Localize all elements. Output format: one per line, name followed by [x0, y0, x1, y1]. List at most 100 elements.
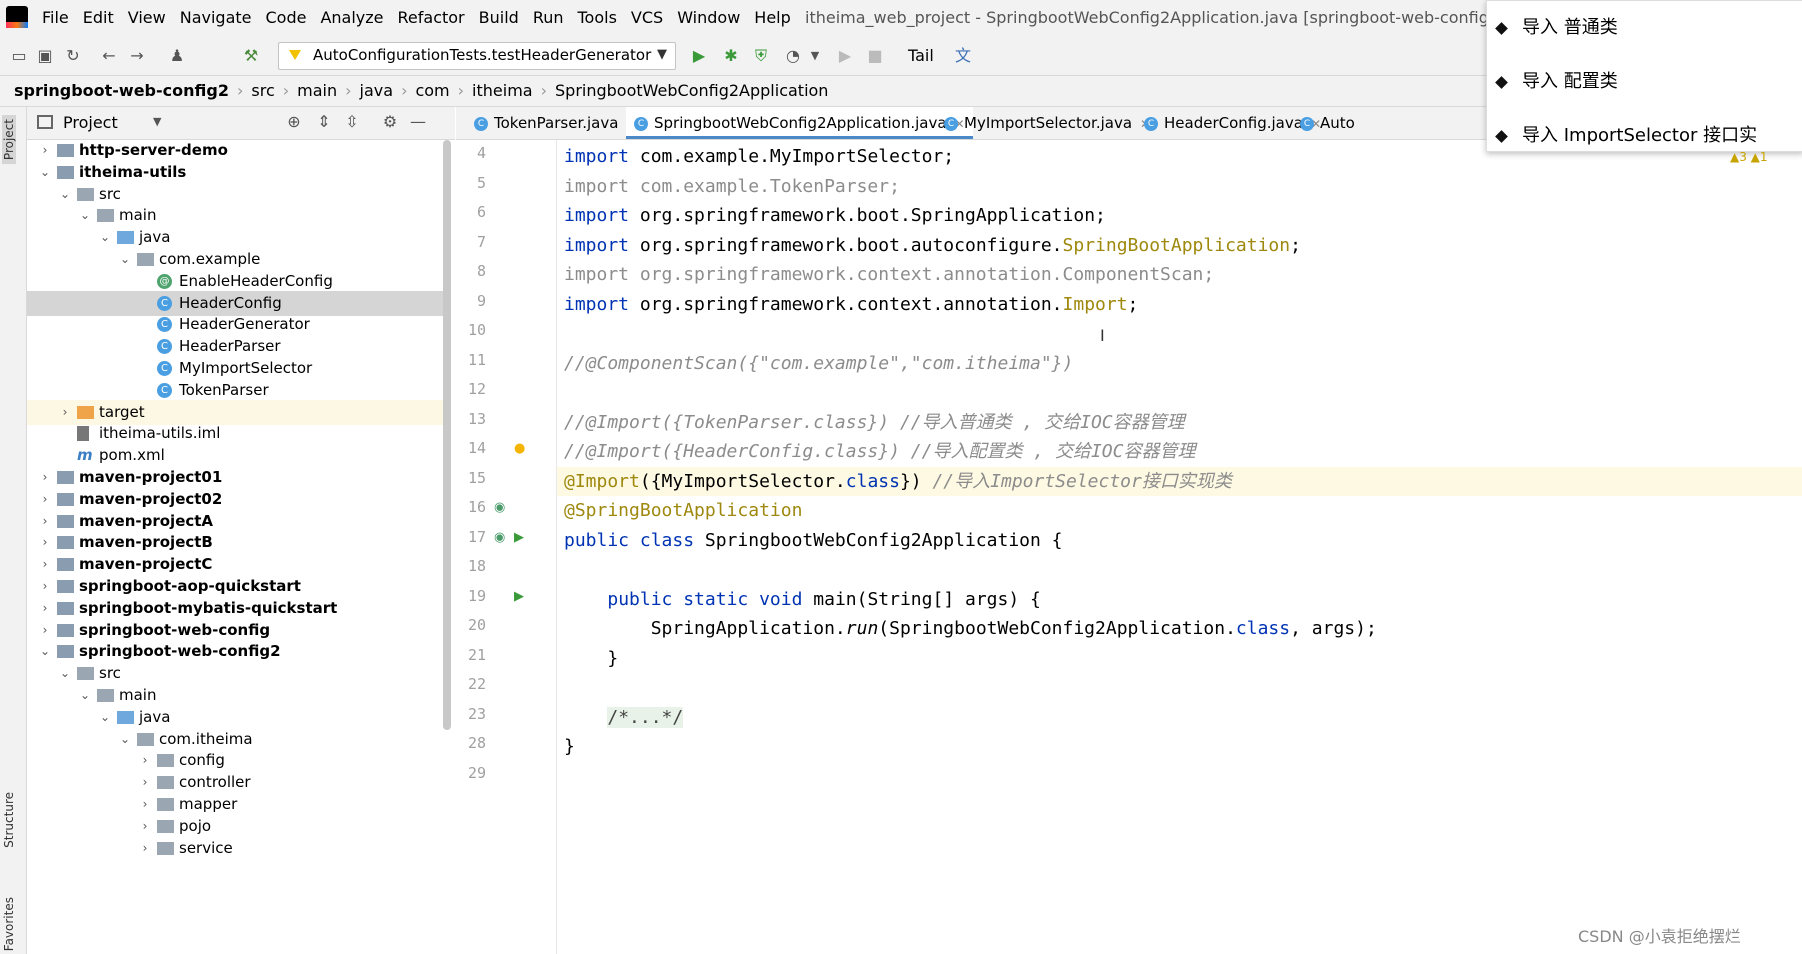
line-number: 12 — [467, 380, 486, 398]
build-hammer-icon[interactable]: ⚒ — [242, 47, 260, 65]
code-token: run — [845, 618, 879, 639]
inspection-warnings[interactable]: ▲3 ▲1 — [1730, 150, 1768, 164]
line-number: 11 — [467, 350, 486, 369]
menu-window[interactable]: Window — [677, 8, 740, 27]
line-number: 29 — [467, 763, 486, 782]
module-icon — [57, 580, 74, 593]
gear-icon[interactable]: ⚙ — [381, 113, 399, 131]
code-token: org.springframework.boot.SpringApplicati… — [639, 205, 1106, 226]
breadcrumb-item[interactable]: SpringbootWebConfig2Application — [555, 81, 828, 100]
back-icon[interactable]: ← — [100, 47, 118, 65]
menu-run[interactable]: Run — [533, 8, 564, 27]
code-line: @SpringBootApplication — [564, 496, 802, 526]
debug-icon[interactable]: ✱ — [722, 47, 740, 65]
favorites-tool-tab[interactable]: Favorites — [2, 897, 16, 951]
breadcrumb-separator-icon: › — [236, 81, 244, 100]
spring-bean-icon[interactable]: ◉ — [494, 530, 505, 545]
left-tool-strip: Project Structure Favorites — [0, 107, 27, 954]
annotation-icon: @ — [157, 273, 172, 289]
forward-icon[interactable]: → — [128, 47, 146, 65]
tree-item[interactable]: › service — [27, 836, 447, 861]
menu-edit[interactable]: Edit — [83, 8, 114, 27]
project-panel-title[interactable]: Project — [63, 113, 118, 132]
profile-dropdown-icon[interactable]: ▼ — [806, 47, 824, 65]
menu-code[interactable]: Code — [266, 8, 307, 27]
chevron-right-icon[interactable]: › — [139, 836, 151, 861]
tail-button[interactable]: Tail — [908, 46, 934, 65]
code-token: SpringbootWebConfig2Application { — [694, 529, 1063, 551]
menu-vcs[interactable]: VCS — [631, 8, 663, 27]
stop-icon[interactable]: ■ — [866, 47, 884, 65]
line-number: 22 — [467, 675, 486, 693]
editor-tab[interactable]: C SpringbootWebConfig2Application.java ✕ — [626, 107, 973, 139]
collapse-all-icon[interactable]: ⇳ — [343, 113, 361, 131]
package-icon — [157, 841, 174, 855]
expand-all-icon[interactable]: ⇕ — [315, 113, 333, 131]
coverage-icon[interactable]: ⛨ — [752, 47, 770, 65]
locate-icon[interactable]: ⊕ — [285, 113, 303, 131]
editor-tab[interactable]: C Auto — [1292, 107, 1363, 139]
breadcrumb-item[interactable]: springboot-web-config2 — [14, 81, 229, 100]
code-token: main(String[] args) { — [802, 588, 1041, 610]
open-folder-icon[interactable]: ▭ — [10, 47, 28, 65]
popup-item: 导入 ImportSelector 接口实 — [1495, 121, 1757, 147]
editor-tab[interactable]: CTokenParser.java✕ — [466, 107, 645, 139]
breadcrumb-separator-icon: › — [345, 81, 352, 100]
code-line: import org.springframework.context.annot… — [564, 290, 1138, 320]
menu-file[interactable]: File — [42, 8, 69, 27]
diamond-bullet-icon — [1495, 21, 1508, 35]
code-line: SpringApplication.run(SpringbootWebConfi… — [564, 614, 1377, 644]
user-icon[interactable]: ♟ — [168, 47, 186, 65]
code-line: public class SpringbootWebConfig2Applica… — [564, 526, 1063, 556]
line-number: 5 — [476, 173, 486, 192]
line-number: 13 — [467, 409, 486, 428]
module-icon — [57, 623, 74, 637]
code-token: SpringApplication. — [564, 618, 846, 639]
project-tree-scrollbar[interactable] — [443, 140, 451, 730]
run-configuration-select[interactable]: AutoConfigurationTests.testHeaderGenerat… — [278, 42, 676, 70]
code-token: //导入ImportSelector接口实现类 — [932, 470, 1232, 492]
menu-view[interactable]: View — [128, 8, 166, 27]
chevron-down-icon[interactable]: ▼ — [153, 115, 161, 128]
menu-build[interactable]: Build — [479, 8, 519, 27]
folder-icon — [97, 209, 114, 223]
breadcrumb-item[interactable]: src — [251, 81, 274, 100]
code-line: @Import({MyImportSelector.class}) //导入Im… — [557, 466, 1802, 496]
project-tool-tab[interactable]: Project — [2, 115, 16, 165]
intention-bulb-icon[interactable]: ● — [514, 441, 525, 456]
menu-refactor[interactable]: Refactor — [398, 8, 465, 27]
menu-navigate[interactable]: Navigate — [180, 8, 252, 27]
line-number: 7 — [476, 232, 486, 251]
menu-analyze[interactable]: Analyze — [320, 8, 383, 27]
resume-icon[interactable]: ▶ — [836, 47, 854, 65]
breadcrumb-item[interactable]: itheima — [472, 81, 533, 100]
popup-item: 导入 配置类 — [1495, 67, 1618, 93]
code-line: import com.example.MyImportSelector; — [564, 142, 954, 172]
code-token: Import — [1062, 293, 1128, 315]
code-editor[interactable]: import com.example.MyImportSelector; impo… — [557, 140, 1802, 954]
class-icon: C — [634, 116, 648, 131]
run-gutter-icon[interactable]: ▶ — [514, 530, 524, 545]
minimize-icon[interactable]: — — [409, 113, 427, 131]
run-gutter-icon[interactable]: ▶ — [514, 589, 524, 604]
line-number: 16 — [467, 498, 486, 516]
code-token: ; — [1127, 293, 1139, 315]
translate-icon[interactable]: 文 — [954, 47, 972, 65]
profile-icon[interactable]: ◔ — [784, 47, 802, 65]
breadcrumb-item[interactable]: java — [360, 81, 394, 100]
code-token: }) — [899, 470, 933, 492]
editor-tab-label: MyImportSelector.java — [964, 114, 1133, 132]
menu-tools[interactable]: Tools — [578, 8, 617, 27]
sync-icon[interactable]: ↻ — [64, 47, 82, 65]
save-icon[interactable]: ▣ — [36, 47, 54, 65]
structure-tool-tab[interactable]: Structure — [2, 792, 16, 848]
line-number: 10 — [467, 321, 486, 339]
editor-tab[interactable]: CMyImportSelector.java✕ — [936, 107, 1158, 139]
spring-bean-icon[interactable]: ◉ — [494, 500, 505, 515]
code-token: @Import — [564, 470, 640, 492]
breadcrumb-item[interactable]: main — [297, 81, 337, 100]
run-icon[interactable]: ▶ — [690, 47, 708, 65]
menu-help[interactable]: Help — [754, 8, 790, 27]
breadcrumb-item[interactable]: com — [415, 81, 449, 100]
